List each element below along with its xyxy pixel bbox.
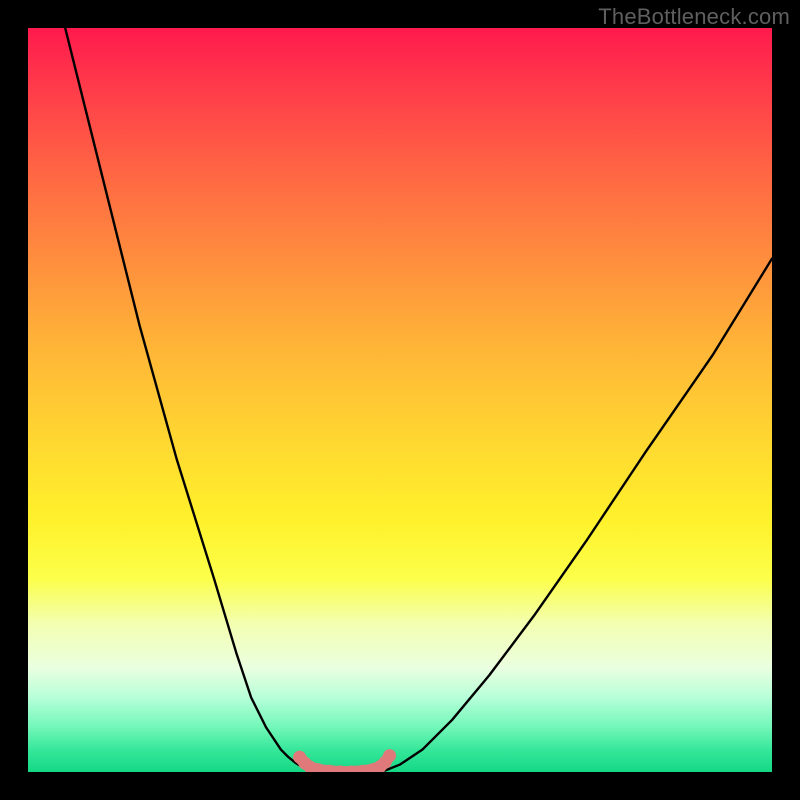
curve-path (65, 28, 772, 772)
watermark-text: TheBottleneck.com (598, 4, 790, 30)
curve-layer (28, 28, 772, 772)
plot-area (28, 28, 772, 772)
bottleneck-curve (65, 28, 772, 772)
trough-markers (293, 749, 396, 772)
trough-marker-dot (383, 749, 396, 762)
outer-frame: TheBottleneck.com (0, 0, 800, 800)
